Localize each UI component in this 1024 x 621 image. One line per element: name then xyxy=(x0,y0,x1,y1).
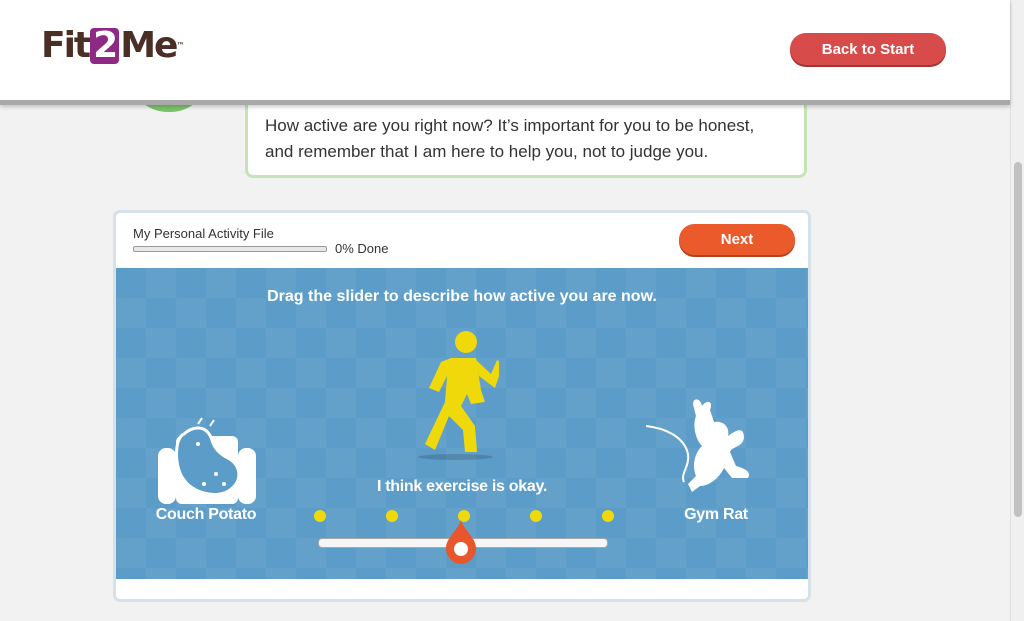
coach-message: How active are you right now? It’s impor… xyxy=(265,113,805,165)
slider-tick-dot[interactable] xyxy=(314,510,326,522)
gym-rat-icon xyxy=(645,399,750,492)
progress-text: 0% Done xyxy=(335,241,389,256)
gym-rat-label: Gym Rat xyxy=(684,506,748,523)
coach-message-line-1: How active are you right now? It’s impor… xyxy=(265,116,755,135)
slider-tick-dot[interactable] xyxy=(386,510,398,522)
coach-message-line-2: and remember that I am here to help you,… xyxy=(265,142,709,161)
runner-icon xyxy=(425,331,499,452)
back-to-start-button[interactable]: Back to Start xyxy=(790,33,946,65)
page-scrollbar[interactable] xyxy=(1010,0,1024,621)
couch-potato-label: Couch Potato xyxy=(155,506,257,523)
slider-tick-dot[interactable] xyxy=(530,510,542,522)
slider-handle[interactable] xyxy=(446,520,476,564)
top-header: Fit 2 Me™ Back to Start xyxy=(0,0,1010,105)
progress-bar xyxy=(133,246,327,252)
activity-file-title: My Personal Activity File xyxy=(133,226,274,241)
next-button[interactable]: Next xyxy=(679,224,795,255)
fit2me-logo[interactable]: Fit 2 Me™ xyxy=(41,26,184,66)
activity-card: My Personal Activity File 0% Done Next D… xyxy=(113,210,811,602)
slider-tick-dot[interactable] xyxy=(602,510,614,522)
couch-potato-icon xyxy=(158,417,256,504)
scrollbar-thumb[interactable] xyxy=(1014,162,1022,517)
slider-instruction: Drag the slider to describe how active y… xyxy=(267,288,657,305)
activity-slider-panel: Drag the slider to describe how active y… xyxy=(116,268,808,579)
